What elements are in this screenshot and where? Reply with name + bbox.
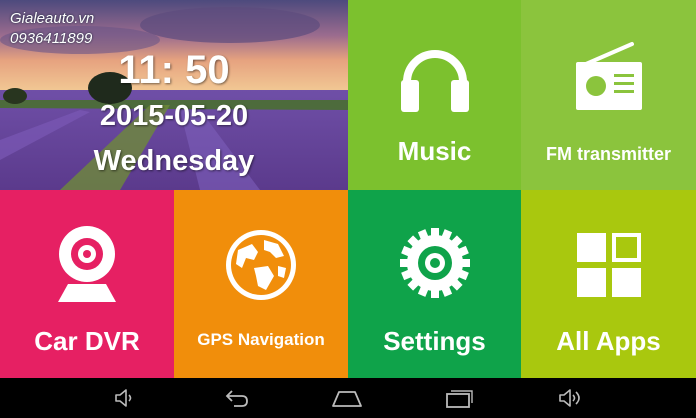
volume-down-icon[interactable] [110,386,138,410]
all-apps-tile[interactable]: All Apps [521,190,696,378]
clock-widget[interactable]: Gialeauto.vn 0936411899 11: 50 2015-05-2… [0,0,348,190]
fm-transmitter-label: FM transmitter [545,144,671,164]
app-grid-icon [576,233,641,297]
gear-icon [399,228,470,298]
gps-navigation-label: GPS Navigation [197,330,325,349]
volume-up-icon[interactable] [556,386,584,410]
car-dvr-tile[interactable]: Car DVR [0,190,174,378]
music-tile[interactable]: Music [348,0,521,190]
radio-icon [575,42,642,110]
fm-transmitter-tile[interactable]: FM transmitter [521,0,696,190]
clock-time: 11: 50 [118,48,230,92]
clock-date: 2015-05-20 [99,100,249,132]
system-nav-bar [0,378,696,418]
settings-label: Settings [383,326,486,356]
headphones-icon [400,50,469,112]
settings-tile[interactable]: Settings [348,190,521,378]
gps-navigation-tile[interactable]: GPS Navigation [174,190,348,378]
watermark-site: Gialeauto.vn [10,10,95,27]
recent-apps-icon[interactable] [444,386,474,410]
globe-icon [226,230,296,300]
webcam-icon [58,226,116,302]
music-label: Music [397,136,472,166]
home-icon[interactable] [330,386,364,410]
clock-weekday: Wednesday [93,145,255,177]
all-apps-label: All Apps [556,326,661,356]
back-icon[interactable] [222,386,250,410]
watermark-phone: 0936411899 [10,30,93,47]
car-dvr-label: Car DVR [34,326,140,356]
